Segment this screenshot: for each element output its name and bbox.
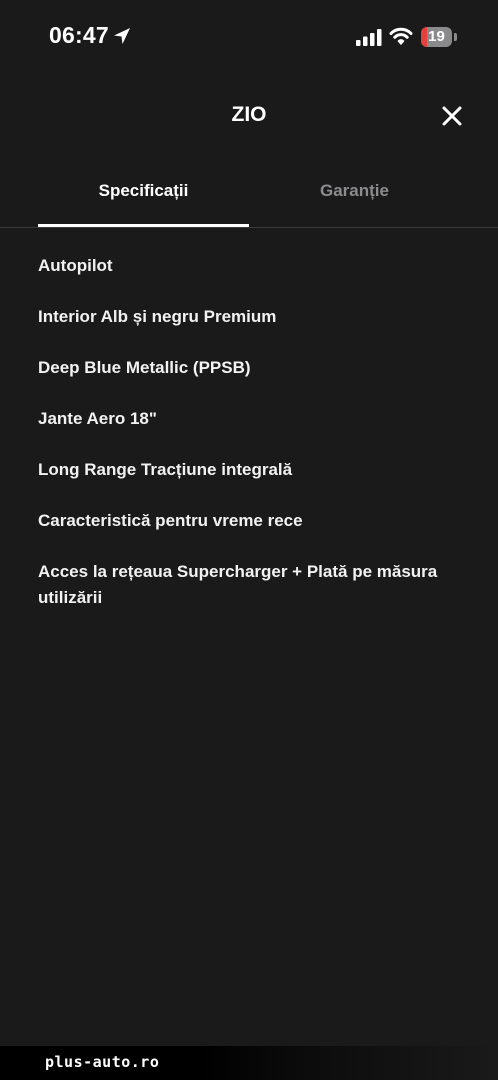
spec-item-autopilot: Autopilot bbox=[38, 256, 113, 275]
battery-body: 19 bbox=[421, 27, 452, 47]
spec-item-supercharger: Acces la rețeaua Supercharger + Plată pe… bbox=[38, 562, 438, 607]
tab-bar: Specificații Garanție bbox=[0, 168, 498, 228]
watermark-text: plus-auto.ro bbox=[45, 1053, 160, 1071]
modal-title: ZIO bbox=[231, 103, 267, 126]
spec-item-drivetrain: Long Range Tracțiune integrală bbox=[38, 460, 293, 479]
tab-warranty[interactable]: Garanție bbox=[249, 168, 460, 226]
battery-tip bbox=[454, 33, 457, 41]
spec-item-cold-weather: Caracteristică pentru vreme rece bbox=[38, 511, 303, 530]
specifications-list: Autopilot Interior Alb și negru Premium … bbox=[38, 253, 460, 636]
battery-level: 19 bbox=[428, 28, 445, 45]
status-time: 06:47 bbox=[49, 22, 109, 48]
spec-item-paint: Deep Blue Metallic (PPSB) bbox=[38, 358, 251, 377]
cellular-signal-icon bbox=[356, 29, 382, 46]
tabs-divider bbox=[0, 227, 498, 228]
watermark-bar: plus-auto.ro bbox=[0, 1046, 498, 1080]
location-arrow-icon bbox=[114, 28, 130, 44]
wifi-icon bbox=[389, 27, 413, 45]
spec-item-interior: Interior Alb și negru Premium bbox=[38, 307, 277, 326]
tab-specifications[interactable]: Specificații bbox=[38, 168, 249, 226]
battery-icon: 19 bbox=[421, 27, 457, 47]
spec-item-wheels: Jante Aero 18" bbox=[38, 409, 157, 428]
close-icon[interactable] bbox=[437, 101, 467, 131]
status-bar: 06:47 19 bbox=[0, 0, 498, 80]
